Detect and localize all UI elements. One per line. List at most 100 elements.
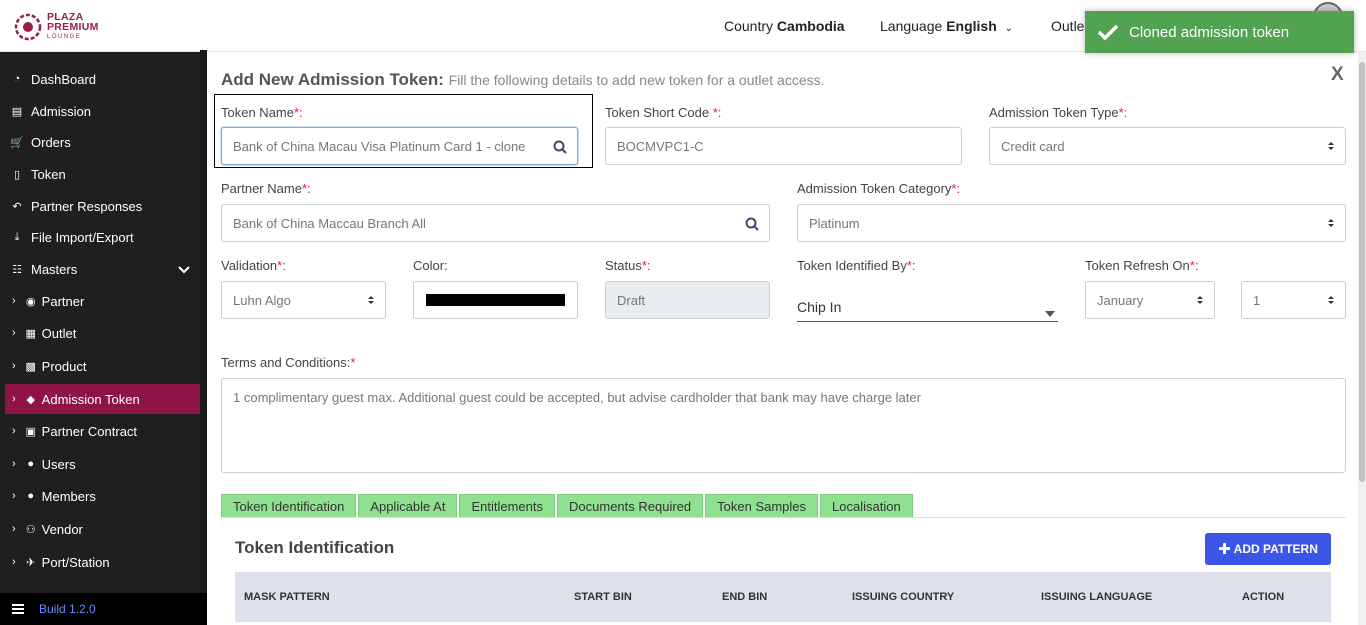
column-issuing-country[interactable]: ISSUING COUNTRY [852,591,954,603]
section-title: Token Identification [235,538,395,557]
status-label: Status*: [605,258,651,273]
category-select[interactable]: Platinum [797,204,1346,242]
column-mask-pattern[interactable]: MASK PATTERN [244,591,330,603]
identified-by-select[interactable]: Chip In [797,293,1058,322]
building-icon: ▦ [25,327,36,340]
color-picker[interactable] [413,281,578,319]
plus-icon: ✚ [1218,541,1231,558]
token-type-value: Credit card [1001,138,1065,154]
sidebar-item-label: DashBoard [31,71,97,87]
label-text: Token Refresh On [1085,258,1190,273]
short-code-input[interactable]: BOCMVPC1-C [605,127,962,165]
sidebar-item-label: Members [41,488,96,504]
validation-select[interactable]: Luhn Algo [221,281,386,319]
validation-value: Luhn Algo [233,292,291,308]
sidebar-item-users[interactable]: › ● Users [0,449,200,479]
token-type-select[interactable]: Credit card [989,127,1346,165]
tab-documents-required[interactable]: Documents Required [557,494,704,518]
label-text: Status [605,258,642,273]
tab-token-samples[interactable]: Token Samples [705,494,819,518]
sidebar-scrollbar[interactable] [200,50,207,610]
sidebar-item-token[interactable]: ▯ Token [0,159,200,189]
sidebar-item-label: Masters [31,261,78,277]
country-selector[interactable]: Country Cambodia [724,18,845,34]
refresh-day-select[interactable]: 1 [1241,281,1346,319]
gift-icon: ▩ [25,360,36,373]
column-end-bin[interactable]: END BIN [722,591,767,603]
sidebar-item-dashboard[interactable]: ◔ DashBoard [0,64,200,94]
language-selector[interactable]: Language English ⌄ [880,18,1013,34]
sidebar-item-port-station[interactable]: › ✈ Port/Station [0,547,200,577]
eye-icon: ◉ [25,295,36,308]
check-icon [1097,24,1119,41]
page-title: Add New Admission Token: Fill the follow… [221,70,825,90]
sidebar-item-label: Admission [31,103,91,119]
sidebar-item-partner[interactable]: › ◉ Partner [0,286,200,316]
logo[interactable]: PLAZA PREMIUM LOUNGE [14,12,99,42]
search-icon[interactable] [553,140,567,157]
sidebar-item-product[interactable]: › ▩ Product [0,351,200,381]
sidebar-item-masters[interactable]: ☷ Masters [0,254,200,284]
label-text: Token Identified By [797,258,907,273]
outlet-selector[interactable]: Outle [1051,18,1084,34]
chevron-right-icon: › [12,458,16,470]
sidebar-item-file-import-export[interactable]: ⤓ File Import/Export [0,222,200,252]
token-name-input[interactable]: Bank of China Macau Visa Platinum Card 1… [221,127,578,165]
plane-icon: ✈ [26,556,36,569]
column-issuing-language[interactable]: ISSUING LANGUAGE [1041,591,1152,603]
file-icon: ▯ [13,168,21,181]
sidebar-item-outlet[interactable]: › ▦ Outlet [0,318,200,348]
sidebar-item-label: Outlet [41,325,77,341]
country-label: Country [724,18,774,34]
refresh-day-value: 1 [1253,292,1261,308]
sidebar-item-label: Partner Contract [41,423,138,439]
refresh-on-label: Token Refresh On*: [1085,258,1198,273]
country-value: Cambodia [776,18,845,34]
cart-icon: 🛒 [10,136,24,149]
sidebar-item-vendor[interactable]: › ⚇ Vendor [0,514,200,544]
sidebar-item-label: Admission Token [41,391,140,407]
sidebar-item-partner-responses[interactable]: ↶ Partner Responses [0,191,200,221]
short-code-label: Token Short Code *: [605,105,721,120]
partner-name-input[interactable]: Bank of China Maccau Branch All [221,204,770,242]
sidebar-item-members[interactable]: › ● Members [0,481,200,511]
chevron-right-icon: › [12,295,16,307]
chevron-right-icon: › [12,490,16,502]
token-type-label: Admission Token Type*: [989,105,1127,120]
tab-token-identification[interactable]: Token Identification [221,494,357,518]
toast-notification[interactable]: Cloned admission token [1085,11,1354,53]
tab-applicable-at[interactable]: Applicable At [358,494,458,518]
chevron-down-icon [178,262,190,277]
required-marker: *: [1189,258,1199,273]
user-icon: ● [27,458,34,470]
sidebar-item-label: Product [41,358,87,374]
label-text: Validation [221,258,278,273]
tab-entitlements[interactable]: Entitlements [459,494,556,518]
close-button[interactable]: X [1331,64,1344,86]
label-text: Token Name [221,105,294,120]
add-pattern-button[interactable]: ✚ ADD PATTERN [1205,533,1331,565]
search-icon[interactable] [745,217,759,234]
sidebar-item-partner-contract[interactable]: › ▣ Partner Contract [0,416,200,446]
color-swatch [426,294,565,306]
select-arrows-icon [1327,217,1335,232]
sidebar-item-admission-token[interactable]: › ◆ Admission Token [5,384,200,414]
terms-textarea[interactable]: 1 complimentary guest max. Additional gu… [221,378,1346,473]
form-subtitle: Fill the following details to add new to… [448,72,825,88]
refresh-month-select[interactable]: January [1085,281,1215,319]
language-label: Language [880,18,943,34]
required-marker: * [350,355,356,370]
chevron-right-icon: › [12,523,16,535]
menu-icon[interactable] [12,602,24,616]
sidebar-item-admission[interactable]: ▤ Admission [0,96,200,126]
label-text: Terms and Conditions: [221,355,351,370]
outlet-label: Outle [1051,18,1085,34]
page-scrollbar[interactable] [1358,52,1366,625]
briefcase-icon: ▣ [25,425,36,438]
sidebar-item-orders[interactable]: 🛒 Orders [0,127,200,157]
tab-localisation[interactable]: Localisation [820,494,913,518]
required-marker: *: [301,181,311,196]
column-start-bin[interactable]: START BIN [574,591,632,603]
caret-down-icon [1045,304,1055,320]
select-arrows-icon [1327,140,1335,155]
